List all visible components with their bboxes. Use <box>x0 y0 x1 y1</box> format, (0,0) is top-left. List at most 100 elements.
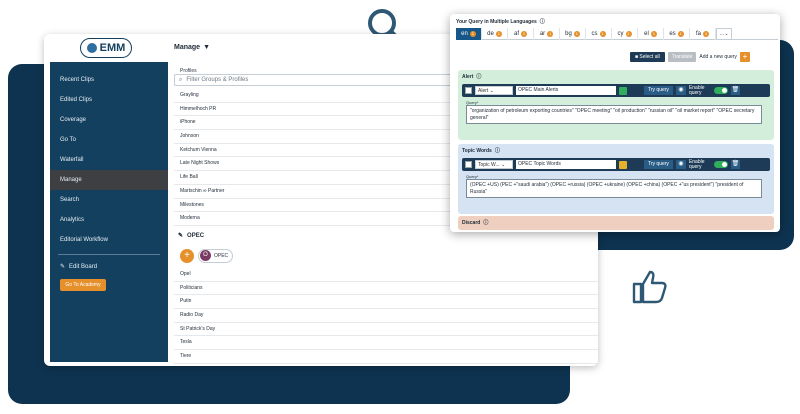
enable-query-label: Enable query <box>688 158 705 170</box>
list-item-label: iPhone <box>180 119 196 126</box>
list-item-label: Putin <box>180 298 192 305</box>
query-textarea[interactable]: (OPEC +US) (PEC +"saudi arabia") (OPEC +… <box>466 179 762 198</box>
page-title: Manage ▼ <box>174 44 210 51</box>
section-title: Discard ⓘ <box>462 219 488 227</box>
query-checkbox[interactable] <box>465 87 472 94</box>
sidebar-item-edited-clips[interactable]: Edited Clips <box>50 90 168 110</box>
count-badge: 1 <box>547 31 554 37</box>
logo-text: EMM <box>99 42 126 54</box>
tab-cy[interactable]: cy 1 <box>612 28 638 40</box>
add-profile-button[interactable]: + <box>180 248 194 263</box>
tab-ar[interactable]: ar 1 <box>534 28 560 40</box>
list-item-label: Opel <box>180 270 191 277</box>
list-item-label: Martschin ∞ Partner <box>180 187 225 194</box>
sidebar-item-recent-clips[interactable]: Recent Clips <box>50 70 168 90</box>
sidebar-item-editorial-workflow[interactable]: Editorial Workflow <box>50 230 168 250</box>
edit-board-link[interactable]: ✎ Edit Board <box>50 259 168 275</box>
list-item[interactable]: Tiere⌄ <box>174 350 598 364</box>
tab-cs[interactable]: cs 1 <box>586 28 612 40</box>
chip-avatar: O <box>200 250 211 262</box>
tab-es[interactable]: es 1 <box>664 28 690 40</box>
select-all-button[interactable]: ■ Select all <box>630 52 665 62</box>
list-item-label: Ketchum Vienna <box>180 146 217 153</box>
tab-label: el <box>644 31 649 37</box>
discard-section[interactable]: Discard ⓘ <box>458 216 774 230</box>
search-icon-small: ⌕ <box>179 76 183 83</box>
eye-icon[interactable]: ◉ <box>675 86 686 95</box>
sidebar-item-search[interactable]: Search <box>50 190 168 210</box>
eye-icon[interactable]: ◉ <box>675 160 686 169</box>
try-query-button[interactable]: Try query <box>644 86 673 95</box>
info-icon[interactable]: ⓘ <box>483 219 488 226</box>
tab-el[interactable]: el 1 <box>638 28 664 40</box>
more-languages-dropdown[interactable]: …⌄ <box>716 28 732 40</box>
list-item[interactable]: Opel⌄ <box>174 268 598 282</box>
translate-button[interactable]: Translate <box>667 52 697 62</box>
tab-de[interactable]: de 1 <box>482 28 508 40</box>
list-item-label: Himmelhoch PR <box>180 105 217 112</box>
info-icon[interactable]: ⓘ <box>476 73 481 80</box>
count-badge: 1 <box>599 31 606 37</box>
count-badge: 1 <box>521 31 527 37</box>
sidebar-item-manage[interactable]: Manage <box>50 170 168 190</box>
tab-label: fa <box>695 31 701 37</box>
list-item-label: Grayling <box>180 92 199 98</box>
tab-label: af <box>513 31 519 37</box>
query-textarea[interactable]: "organization of petroleum exporting cou… <box>466 105 762 124</box>
panel-title-text: Your Query in Multiple Languages <box>456 18 537 25</box>
thumbs-up-icon <box>632 270 667 304</box>
query-type-select[interactable]: Topic W... ⌄ <box>475 160 513 169</box>
enable-query-toggle[interactable] <box>713 87 728 94</box>
logo-bar: EMM <box>44 34 168 62</box>
list-item-label: Politicians <box>180 284 203 291</box>
list-item[interactable]: Putin⌄ <box>174 295 598 309</box>
query-name-input[interactable]: OPEC Main Alerts <box>516 86 616 95</box>
list-item[interactable]: Radio Day⌄ <box>174 309 598 323</box>
query-checkbox[interactable] <box>465 161 472 168</box>
tab-en[interactable]: en 1 <box>456 28 482 40</box>
tab-label: es <box>669 31 676 37</box>
list-item-label: Radio Day <box>180 311 204 318</box>
tab-af[interactable]: af 1 <box>508 28 534 40</box>
pencil-icon[interactable]: ✎ <box>178 232 183 239</box>
go-to-academy-button[interactable]: Go To Academy <box>60 279 106 291</box>
section-title: Topic Words ⓘ <box>462 147 500 155</box>
sidebar-item-analytics[interactable]: Analytics <box>50 210 168 230</box>
sidebar-item-coverage[interactable]: Coverage <box>50 110 168 130</box>
trash-icon[interactable]: 🗑 <box>730 160 740 169</box>
profile-chip[interactable]: O OPEC <box>198 248 234 263</box>
list-item[interactable]: Tesla⌄ <box>174 336 598 350</box>
list-item[interactable]: St Patrick's Day⌄ <box>174 323 598 337</box>
tab-label: cy <box>617 31 624 37</box>
alert-section: Alert ⓘ Alert ⌄ OPEC Main Alerts Try que… <box>458 70 774 140</box>
list-item-label: Late Night Shows <box>180 160 220 167</box>
sidebar-item-waterfall[interactable]: Waterfall <box>50 150 168 170</box>
trash-icon[interactable]: 🗑 <box>730 86 740 95</box>
tab-label: de <box>487 31 494 37</box>
list-item-label: St Patrick's Day <box>180 325 216 332</box>
tab-label: en <box>461 31 468 37</box>
try-query-button[interactable]: Try query <box>644 160 673 169</box>
filter-icon[interactable]: ▼ <box>203 44 210 51</box>
query-name-input[interactable]: OPEC Topic Words <box>516 160 616 169</box>
select-all-label: Select all <box>639 54 660 60</box>
add-query-label: Add a new query <box>699 54 737 60</box>
count-badge: 1 <box>650 31 657 37</box>
info-icon[interactable]: ⓘ <box>540 18 545 25</box>
tab-fa[interactable]: fa 1 <box>690 28 716 40</box>
query-type-select[interactable]: Alert ⌄ <box>475 86 513 95</box>
tab-bg[interactable]: bg 1 <box>560 28 586 40</box>
sidebar-item-go-to[interactable]: Go To <box>50 130 168 150</box>
info-icon[interactable]: ⓘ <box>495 147 500 154</box>
count-badge: 1 <box>703 31 709 37</box>
list-item[interactable]: Politicians⌄ <box>174 282 598 296</box>
add-query-button[interactable]: + <box>739 52 750 62</box>
count-badge: 1 <box>495 31 502 37</box>
list-item-label: Johnson <box>180 133 199 140</box>
filter-placeholder: Filter Groups & Profiles <box>186 77 249 83</box>
enable-query-label: Enable query <box>688 84 705 96</box>
count-badge: 1 <box>677 31 684 37</box>
query-row: Alert ⌄ OPEC Main Alerts Try query ◉ Ena… <box>462 84 770 97</box>
emm-logo[interactable]: EMM <box>80 38 132 58</box>
enable-query-toggle[interactable] <box>713 161 728 168</box>
